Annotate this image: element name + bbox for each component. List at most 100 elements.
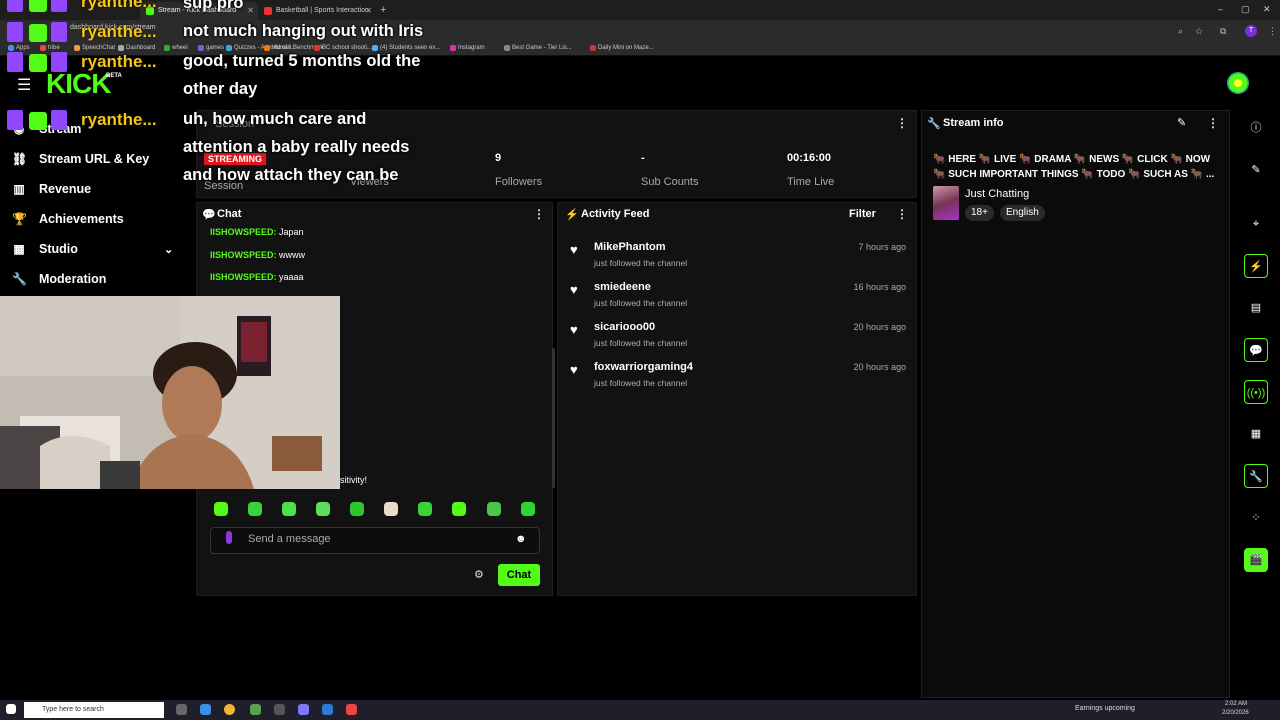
- emote-icon[interactable]: [282, 502, 296, 516]
- close-tab-icon[interactable]: ✕: [247, 6, 254, 15]
- recording-icon[interactable]: [346, 704, 357, 715]
- search-icon[interactable]: ⌕: [1178, 26, 1183, 37]
- caption-line: sup pro: [183, 0, 244, 12]
- activity-username[interactable]: sicariooo00: [594, 321, 655, 333]
- tools-icon[interactable]: 🔧: [1244, 464, 1268, 488]
- bookmark-item[interactable]: BC school shooti...: [314, 45, 372, 51]
- activity-more-icon[interactable]: ⋮: [896, 207, 908, 221]
- edge-icon[interactable]: [322, 704, 333, 715]
- heart-icon: ♥: [570, 282, 578, 297]
- followers-value: 9: [495, 152, 502, 164]
- screenshot-icon[interactable]: ⌖: [1244, 212, 1268, 236]
- tab-basketball[interactable]: Basketball | Sports Interaction ✕: [258, 2, 376, 20]
- wrench-icon: 🔧: [12, 272, 27, 286]
- stats-more-icon[interactable]: ⋮: [896, 116, 908, 130]
- chat-icon[interactable]: 💬: [1244, 338, 1268, 362]
- category-thumbnail[interactable]: [933, 186, 959, 220]
- overlay-username: ryanthe...: [81, 22, 157, 41]
- chat-username[interactable]: IISHOWSPEED:: [210, 272, 277, 282]
- activity-time: 20 hours ago: [853, 362, 906, 372]
- chat-scrollbar[interactable]: [552, 348, 555, 488]
- broadcast-icon[interactable]: ((•)): [1244, 380, 1268, 404]
- chrome-icon[interactable]: [224, 704, 235, 715]
- notes-icon[interactable]: ▤: [1244, 296, 1268, 320]
- sidebar-item-label: Stream URL & Key: [39, 152, 150, 166]
- send-chat-button[interactable]: Chat: [498, 564, 540, 586]
- sidebar-item-stream-url-key[interactable]: ⛓ Stream URL & Key: [12, 148, 149, 170]
- sidebar-item-studio[interactable]: ▦ Studio ⌄: [12, 238, 182, 260]
- activity-username[interactable]: smiedeene: [594, 281, 651, 293]
- chat-settings-gear-icon[interactable]: ⚙: [474, 568, 484, 581]
- bookmark-item[interactable]: (4) Students seen ex...: [372, 45, 440, 51]
- chat-input-placeholder[interactable]: Send a message: [248, 533, 331, 545]
- emote-icon[interactable]: [248, 502, 262, 516]
- bookmark-item[interactable]: Daily Mini on Maze...: [590, 45, 654, 51]
- chat-username[interactable]: IISHOWSPEED:: [210, 250, 277, 260]
- emote-icon[interactable]: [384, 502, 398, 516]
- profile-avatar[interactable]: T: [1245, 25, 1257, 37]
- filter-button[interactable]: Filter: [849, 208, 876, 220]
- app-icon[interactable]: [200, 704, 211, 715]
- activity-username[interactable]: MikePhantom: [594, 241, 666, 253]
- tag-english: English: [1000, 205, 1045, 221]
- weather-widget[interactable]: Earnings upcoming: [1075, 705, 1135, 712]
- chat-text: yaaaa: [279, 272, 304, 282]
- followers-label: Followers: [495, 176, 543, 188]
- obs-icon[interactable]: [274, 704, 285, 715]
- stream-info-more-icon[interactable]: ⋮: [1207, 116, 1219, 130]
- emote-icon[interactable]: [418, 502, 432, 516]
- twitch-badge-icon: [51, 0, 67, 12]
- bookmark-item[interactable]: games: [198, 45, 224, 51]
- category-name[interactable]: Just Chatting: [965, 188, 1029, 200]
- clock-time[interactable]: 2:02 AM: [1225, 701, 1247, 707]
- activity-username[interactable]: foxwarriorgaming4: [594, 361, 693, 373]
- chat-more-icon[interactable]: ⋮: [533, 207, 545, 221]
- twitch-badge-icon: [51, 22, 67, 42]
- emote-icon[interactable]: [521, 502, 535, 516]
- emote-icon[interactable]: [487, 502, 501, 516]
- overlay-chat-row: ryanthe...: [3, 22, 173, 46]
- maximize-icon[interactable]: ▢: [1241, 4, 1250, 15]
- sidebar-item-achievements[interactable]: 🏆 Achievements: [12, 208, 124, 230]
- lightning-icon[interactable]: ⚡: [1244, 254, 1268, 278]
- clapperboard-icon[interactable]: 🎬: [1244, 548, 1268, 572]
- caption-line: attention a baby really needs: [183, 138, 410, 156]
- emoji-picker-icon[interactable]: ☻: [515, 533, 527, 545]
- user-avatar[interactable]: [1227, 72, 1249, 94]
- bookmark-star-icon[interactable]: ☆: [1195, 26, 1203, 37]
- new-tab-icon[interactable]: +: [380, 4, 386, 16]
- clock-date[interactable]: 2/20/2026: [1222, 710, 1249, 716]
- layout-icon[interactable]: ▦: [1244, 422, 1268, 446]
- taskbar-search-input[interactable]: Type here to search: [24, 702, 164, 718]
- xbox-icon[interactable]: [250, 704, 261, 715]
- sidebar-item-moderation[interactable]: 🔧 Moderation: [12, 268, 106, 290]
- emote-icon[interactable]: [452, 502, 466, 516]
- activity-action: just followed the channel: [594, 258, 688, 268]
- minimize-icon[interactable]: –: [1218, 4, 1223, 14]
- close-tab-icon[interactable]: ✕: [365, 6, 372, 15]
- chevron-down-icon[interactable]: ⌄: [164, 243, 173, 256]
- webcam-overlay: [0, 296, 340, 489]
- sidebar-item-revenue[interactable]: ▥ Revenue: [12, 178, 91, 200]
- windows-start-icon[interactable]: [6, 704, 16, 714]
- edit-pencil-icon[interactable]: ✎: [1177, 116, 1186, 129]
- microphone-icon[interactable]: [226, 531, 232, 544]
- info-icon[interactable]: ⓘ: [1244, 116, 1268, 140]
- bookmark-item[interactable]: Best Game - Tier Lis...: [504, 45, 572, 51]
- extensions-icon[interactable]: ⧉: [1220, 26, 1226, 37]
- bookmark-item[interactable]: Instagram: [450, 45, 485, 51]
- chat-username[interactable]: IISHOWSPEED:: [210, 227, 277, 237]
- close-window-icon[interactable]: ✕: [1263, 4, 1271, 15]
- emote-icon[interactable]: [214, 502, 228, 516]
- bubbles-icon[interactable]: ⁘: [1244, 506, 1268, 530]
- activity-action: just followed the channel: [594, 298, 688, 308]
- emote-icon[interactable]: [316, 502, 330, 516]
- emote-icon[interactable]: [350, 502, 364, 516]
- hamburger-menu-icon[interactable]: ☰: [17, 75, 31, 95]
- discord-icon[interactable]: [298, 704, 309, 715]
- tag-18plus: 18+: [965, 205, 994, 221]
- twitch-badge-icon: [7, 0, 23, 12]
- browser-menu-icon[interactable]: ⋮: [1268, 26, 1277, 37]
- task-view-icon[interactable]: [176, 704, 187, 715]
- pencil-icon[interactable]: ✎: [1244, 158, 1268, 182]
